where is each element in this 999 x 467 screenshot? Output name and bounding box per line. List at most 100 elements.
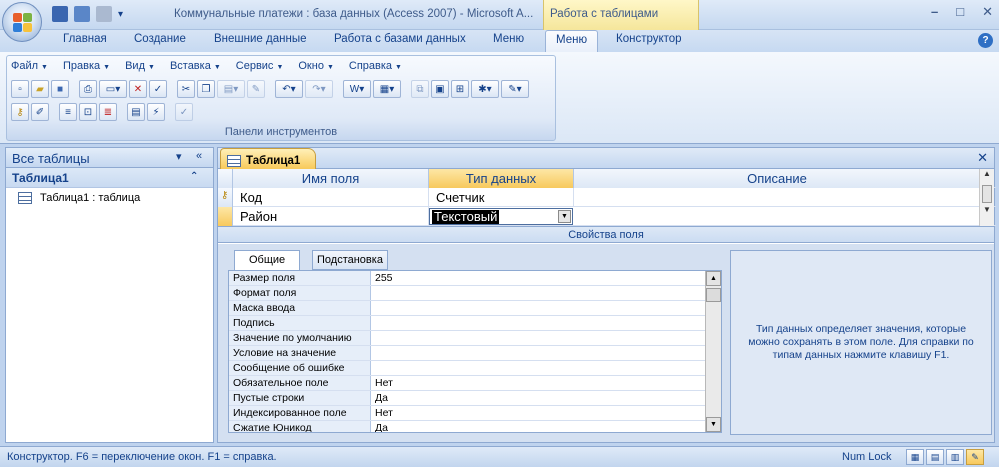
property-value[interactable]: [371, 316, 721, 330]
property-value[interactable]: [371, 331, 721, 345]
delete-icon[interactable]: ✕: [129, 80, 147, 98]
data-type-cell[interactable]: Счетчик: [429, 188, 574, 207]
save-icon[interactable]: [52, 6, 68, 22]
tab-menu-active[interactable]: Меню: [545, 30, 599, 53]
edit-icon[interactable]: ✐: [31, 103, 49, 121]
office-links-icon[interactable]: W▾: [343, 80, 371, 98]
redo-icon[interactable]: ↷▾: [305, 80, 333, 98]
property-row[interactable]: Сообщение об ошибке: [229, 361, 721, 376]
scroll-up-icon[interactable]: ▲: [980, 169, 994, 183]
property-value[interactable]: [371, 301, 721, 315]
validation-icon[interactable]: ✓: [175, 103, 193, 121]
property-value[interactable]: [371, 361, 721, 375]
scroll-up-icon[interactable]: ▲: [706, 271, 721, 286]
open-icon[interactable]: ▰: [31, 80, 49, 98]
format-painter-icon[interactable]: ✎: [247, 80, 265, 98]
field-grid-scrollbar[interactable]: ▲ ▼: [979, 169, 994, 226]
property-value[interactable]: Нет: [371, 406, 721, 420]
description-cell[interactable]: [574, 207, 981, 226]
tab-create[interactable]: Создание: [134, 33, 186, 45]
property-row[interactable]: Индексированное поле Нет: [229, 406, 721, 421]
cut-icon[interactable]: ✂: [177, 80, 195, 98]
property-row[interactable]: Пустые строки Да: [229, 391, 721, 406]
scroll-thumb[interactable]: [706, 288, 721, 302]
menu-help[interactable]: Справка ▼: [349, 60, 402, 72]
print-preview-icon[interactable]: ▭▾: [99, 80, 127, 98]
property-row[interactable]: Подпись: [229, 316, 721, 331]
property-row[interactable]: Значение по умолчанию: [229, 331, 721, 346]
property-value[interactable]: [371, 346, 721, 360]
tab-home[interactable]: Главная: [63, 33, 107, 45]
data-type-dropdown[interactable]: Текстовый ▼: [429, 208, 573, 225]
customize-qat-icon[interactable]: ▾: [118, 9, 123, 20]
menu-edit[interactable]: Правка ▼: [63, 60, 110, 72]
menu-window[interactable]: Окно ▼: [298, 60, 334, 72]
maximize-icon[interactable]: □: [956, 4, 964, 20]
table-row[interactable]: Район Текстовый ▼: [218, 207, 996, 226]
new-icon[interactable]: ▫: [11, 80, 29, 98]
menu-file[interactable]: Файл ▼: [11, 60, 48, 72]
field-name-cell[interactable]: Код: [233, 188, 429, 207]
row-selector-corner[interactable]: [218, 169, 233, 188]
delete-rows-icon[interactable]: ≣: [99, 103, 117, 121]
property-grid-scrollbar[interactable]: ▲ ▼: [705, 271, 721, 432]
dropdown-arrow-icon[interactable]: ▼: [558, 210, 571, 223]
pivot-table-view-icon[interactable]: ▤: [926, 449, 944, 465]
document-tab[interactable]: Таблица1: [220, 148, 316, 169]
relationships-icon[interactable]: ⧉: [411, 80, 429, 98]
scroll-thumb[interactable]: [982, 185, 992, 203]
nav-pane-header[interactable]: Все таблицы ▾ «: [6, 148, 213, 168]
nav-menu-arrow-icon[interactable]: ▾: [176, 150, 182, 163]
description-cell[interactable]: [574, 188, 981, 207]
tab-database-tools[interactable]: Работа с базами данных: [334, 33, 466, 45]
pivot-chart-view-icon[interactable]: ▥: [946, 449, 964, 465]
save-icon[interactable]: ■: [51, 80, 69, 98]
new-object-icon[interactable]: ✱▾: [471, 80, 499, 98]
tab-lookup[interactable]: Подстановка: [312, 250, 388, 270]
undo-icon[interactable]: ↶▾: [275, 80, 303, 98]
property-value[interactable]: 255: [371, 271, 721, 285]
undo-icon[interactable]: [74, 6, 90, 22]
toolbar-options-icon[interactable]: ✎▾: [501, 80, 529, 98]
spelling-icon[interactable]: ✓: [149, 80, 167, 98]
property-row[interactable]: Обязательное поле Нет: [229, 376, 721, 391]
copy-icon[interactable]: ❐: [197, 80, 215, 98]
property-row[interactable]: Маска ввода: [229, 301, 721, 316]
primary-key-icon[interactable]: ⚷: [11, 103, 29, 121]
build-icon[interactable]: ⊞: [451, 80, 469, 98]
tab-menu[interactable]: Меню: [493, 33, 524, 45]
indexes-icon[interactable]: ⚡: [147, 103, 165, 121]
property-row[interactable]: Формат поля: [229, 286, 721, 301]
menu-view[interactable]: Вид ▼: [125, 60, 155, 72]
property-sheet-icon[interactable]: ▤: [127, 103, 145, 121]
properties-icon[interactable]: ▣: [431, 80, 449, 98]
scroll-down-icon[interactable]: ▼: [706, 417, 721, 432]
print-icon[interactable]: ⎙: [79, 80, 97, 98]
tab-general[interactable]: Общие: [234, 250, 301, 271]
close-icon[interactable]: ✕: [982, 4, 993, 20]
help-icon[interactable]: ?: [978, 33, 993, 48]
property-value[interactable]: Да: [371, 421, 721, 432]
scroll-down-icon[interactable]: ▼: [980, 205, 994, 219]
tab-constructor[interactable]: Конструктор: [616, 33, 682, 45]
insert-rows-icon[interactable]: ≡: [59, 103, 77, 121]
menu-insert[interactable]: Вставка ▼: [170, 60, 221, 72]
property-value[interactable]: Нет: [371, 376, 721, 390]
row-selector[interactable]: ⚷: [218, 188, 233, 207]
row-selector[interactable]: [218, 207, 233, 226]
collapse-group-icon[interactable]: ⌃: [190, 171, 198, 182]
office-button[interactable]: [2, 2, 42, 42]
property-row[interactable]: Размер поля 255: [229, 271, 721, 286]
field-name-cell[interactable]: Район: [233, 207, 429, 226]
builder-icon[interactable]: ⊡: [79, 103, 97, 121]
property-row[interactable]: Условие на значение: [229, 346, 721, 361]
minimize-icon[interactable]: –: [931, 4, 938, 20]
property-value[interactable]: Да: [371, 391, 721, 405]
design-view-icon[interactable]: ✎: [966, 449, 984, 465]
property-value[interactable]: [371, 286, 721, 300]
nav-item-table1[interactable]: Таблица1 : таблица: [6, 188, 213, 204]
nav-group-header[interactable]: Таблица1 ⌃: [6, 168, 213, 188]
datasheet-view-icon[interactable]: ▦: [906, 449, 924, 465]
tab-external-data[interactable]: Внешние данные: [214, 33, 306, 45]
analyze-icon[interactable]: ▦▾: [373, 80, 401, 98]
